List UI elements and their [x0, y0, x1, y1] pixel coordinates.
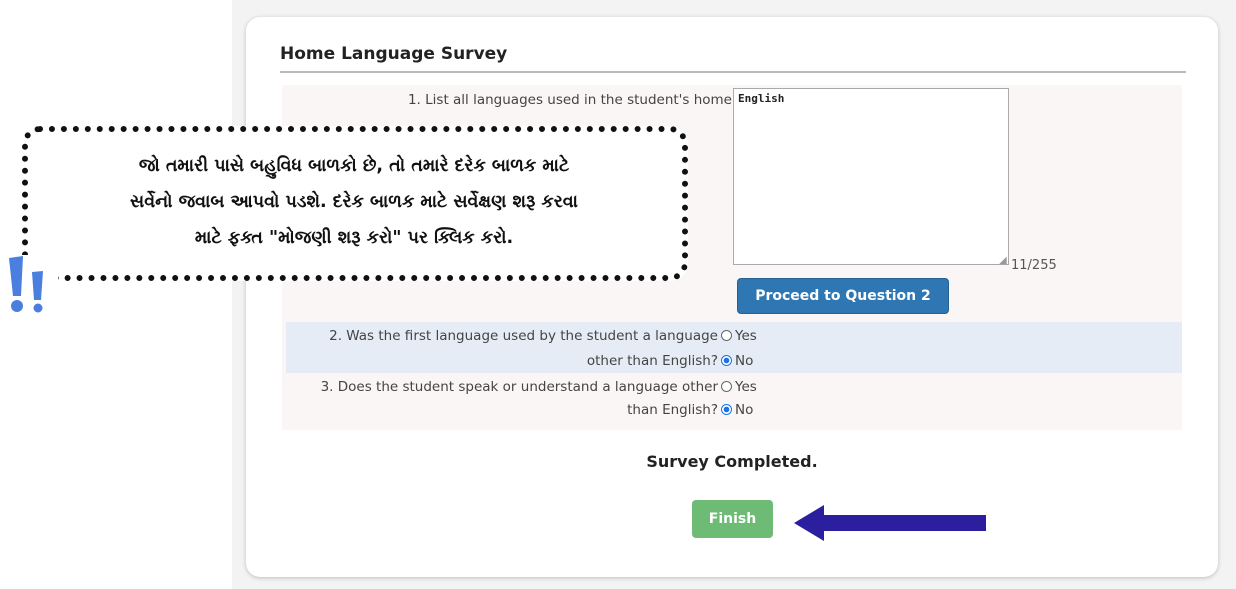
question-2-yes-label: Yes — [735, 328, 757, 344]
finish-button[interactable]: Finish — [692, 500, 773, 538]
question-3-no-label: No — [735, 402, 754, 418]
survey-completed-text: Survey Completed. — [646, 452, 818, 471]
resize-handle-icon[interactable]: ◢ — [999, 256, 1007, 266]
radio-no-q2[interactable] — [721, 355, 732, 366]
question-3-yes-label: Yes — [735, 379, 757, 395]
question-2-no-option[interactable]: No — [721, 351, 753, 371]
languages-textarea[interactable]: English — [733, 88, 1009, 265]
question-2-line1: 2. Was the first language used by the st… — [329, 328, 718, 344]
callout-line-2: સર્વેનો જવાબ આપવો પડશે. દરેક બાળક માટે સ… — [130, 192, 578, 212]
question-3-line2: than English? — [627, 402, 718, 418]
left-arrow-icon — [794, 505, 986, 541]
question-1-label: 1. List all languages used in the studen… — [407, 92, 732, 108]
proceed-to-question-2-button[interactable]: Proceed to Question 2 — [737, 278, 949, 314]
survey-title: Home Language Survey — [280, 44, 508, 64]
radio-yes-q3[interactable] — [721, 381, 732, 392]
callout-text: જો તમારી પાસે બહુવિધ બાળકો છે, તો તમારે … — [34, 148, 674, 256]
question-2-yes-option[interactable]: Yes — [721, 326, 757, 346]
question-3-no-option[interactable]: No — [721, 400, 753, 420]
radio-no-q3[interactable] — [721, 404, 732, 415]
radio-yes-q2[interactable] — [721, 330, 732, 341]
question-3-line1: 3. Does the student speak or understand … — [320, 379, 718, 395]
title-divider — [280, 71, 1186, 73]
question-2-line2: other than English? — [586, 353, 718, 369]
character-count: 11/255 — [1011, 258, 1057, 273]
double-exclamation-icon — [9, 256, 43, 313]
question-3-yes-option[interactable]: Yes — [721, 377, 757, 397]
question-2-no-label: No — [735, 353, 754, 369]
callout-line-1: જો તમારી પાસે બહુવિધ બાળકો છે, તો તમારે … — [138, 156, 570, 176]
callout-line-3: માટે ફક્ત "મોજણી શરૂ કરો" પર ક્લિક કરો. — [194, 228, 514, 248]
